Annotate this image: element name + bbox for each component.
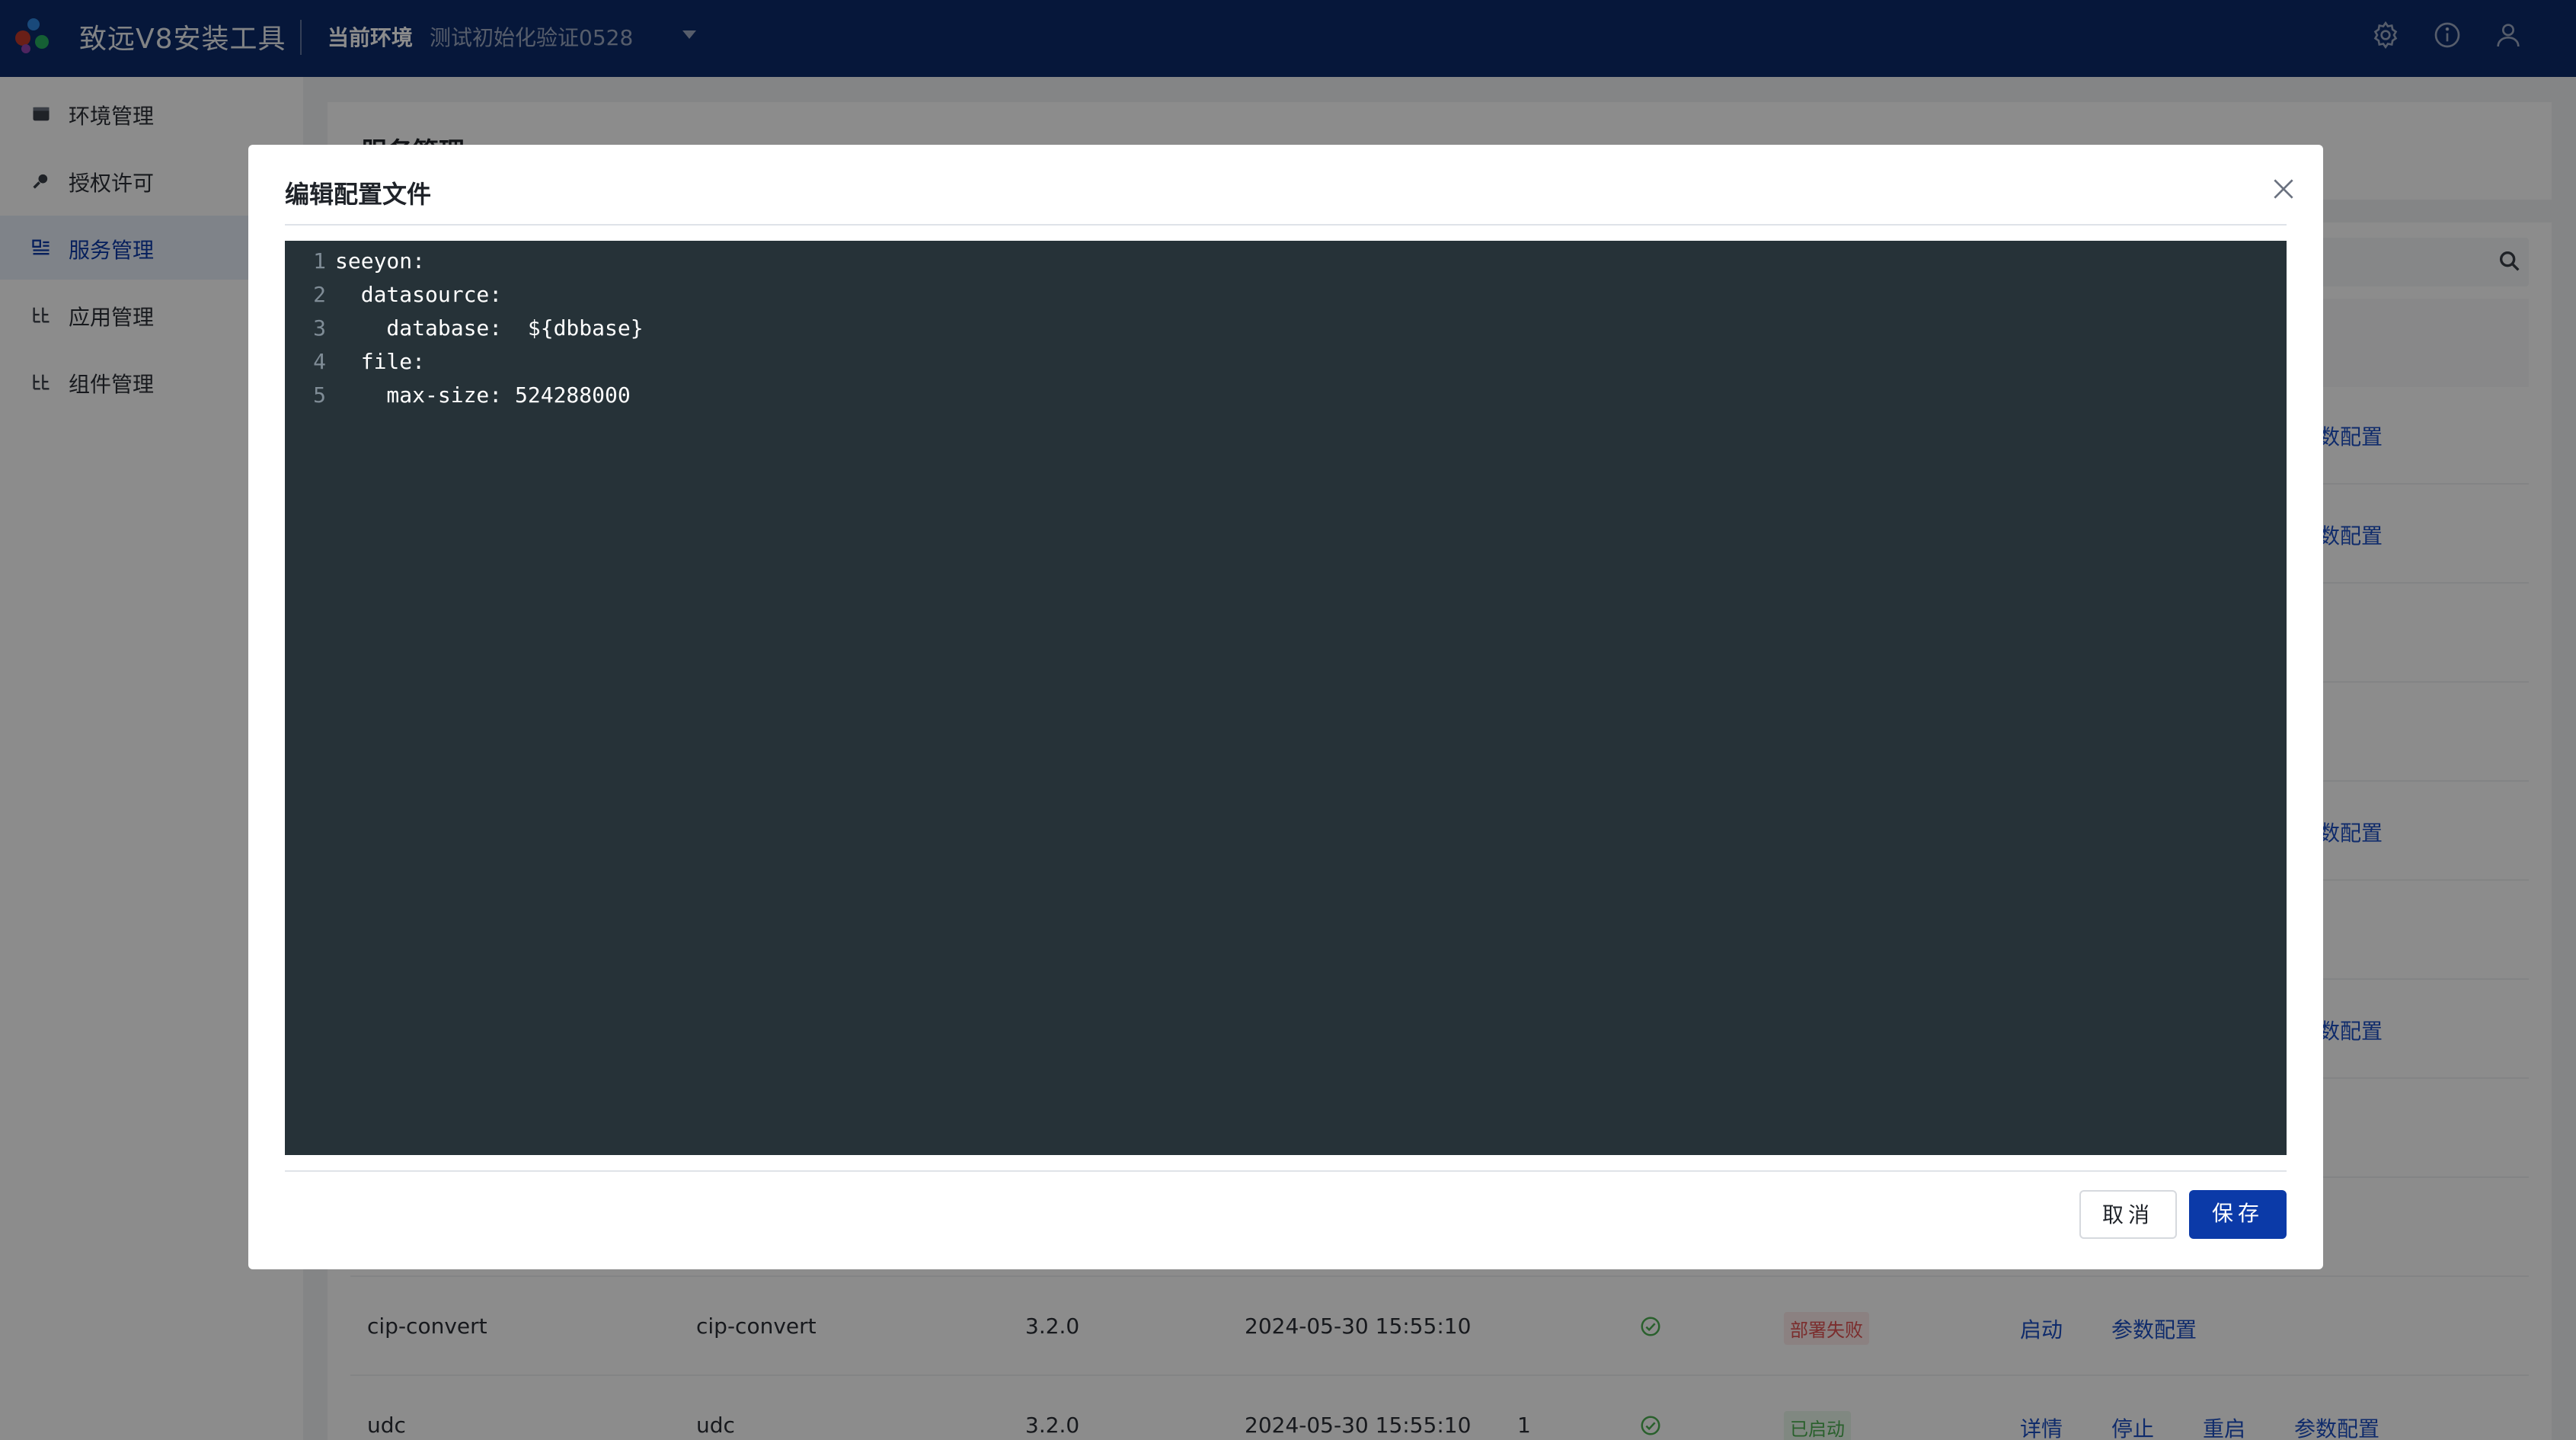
code-text: database: ${dbbase} bbox=[335, 315, 644, 341]
code-line: 1 seeyon: bbox=[285, 248, 2287, 282]
cancel-button[interactable]: 取消 bbox=[2079, 1190, 2177, 1239]
code-text: seeyon: bbox=[335, 248, 426, 274]
edit-config-modal: 编辑配置文件 1 seeyon: 2 datasource: 3 databas… bbox=[248, 145, 2323, 1269]
modal-title: 编辑配置文件 bbox=[285, 180, 432, 209]
code-line: 4 file: bbox=[285, 349, 2287, 382]
code-text: max-size: 524288000 bbox=[335, 382, 631, 408]
code-line: 5 max-size: 524288000 bbox=[285, 382, 2287, 416]
divider bbox=[285, 1170, 2287, 1172]
code-line: 2 datasource: bbox=[285, 282, 2287, 315]
line-number: 3 bbox=[313, 315, 326, 341]
line-number: 4 bbox=[313, 349, 326, 374]
code-text: file: bbox=[335, 349, 426, 374]
line-number: 2 bbox=[313, 282, 326, 307]
line-number: 5 bbox=[313, 382, 326, 408]
save-button[interactable]: 保存 bbox=[2189, 1190, 2287, 1239]
code-editor[interactable]: 1 seeyon: 2 datasource: 3 database: ${db… bbox=[285, 241, 2287, 1155]
line-number: 1 bbox=[313, 248, 326, 274]
code-line: 3 database: ${dbbase} bbox=[285, 315, 2287, 349]
close-icon[interactable] bbox=[2268, 174, 2299, 204]
code-text: datasource: bbox=[335, 282, 503, 307]
divider bbox=[285, 224, 2287, 226]
